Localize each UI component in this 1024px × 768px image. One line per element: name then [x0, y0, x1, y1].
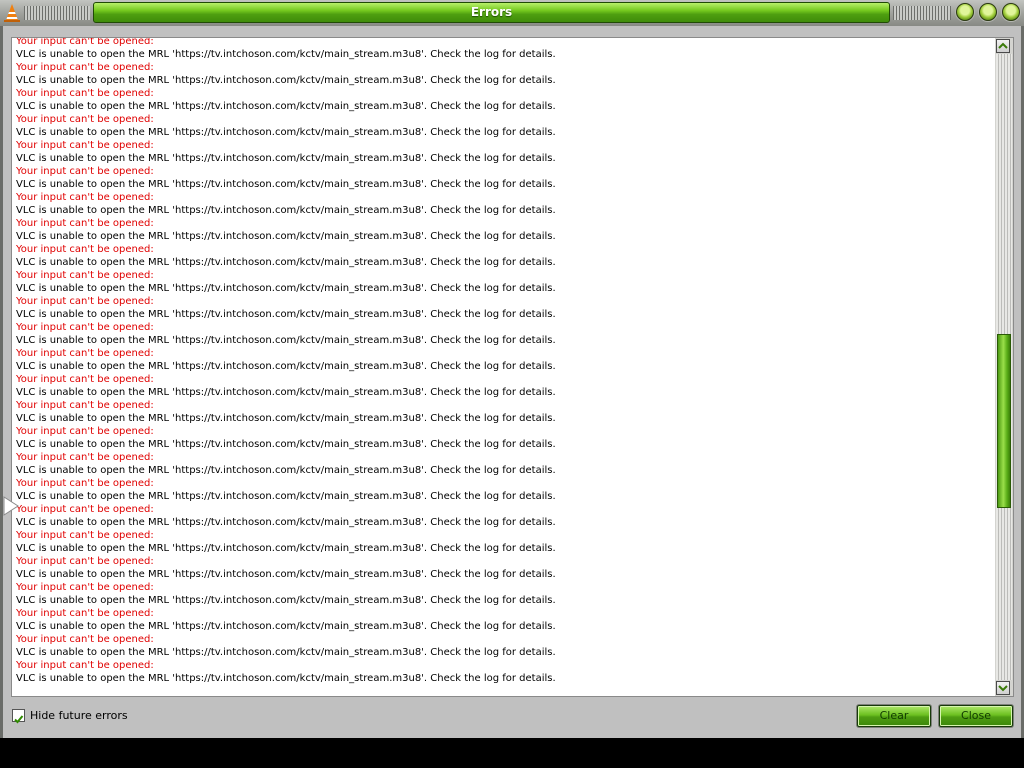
error-heading: Your input can't be opened:: [16, 140, 154, 151]
error-message: VLC is unable to open the MRL 'https://t…: [16, 517, 556, 528]
error-message: VLC is unable to open the MRL 'https://t…: [16, 257, 556, 268]
maximize-icon[interactable]: [979, 3, 997, 21]
error-heading: Your input can't be opened:: [16, 608, 154, 619]
error-message: VLC is unable to open the MRL 'https://t…: [16, 231, 556, 242]
close-button[interactable]: Close: [939, 705, 1013, 727]
error-heading: Your input can't be opened:: [16, 426, 154, 437]
error-heading: Your input can't be opened:: [16, 478, 154, 489]
error-heading: Your input can't be opened:: [16, 452, 154, 463]
error-message: VLC is unable to open the MRL 'https://t…: [16, 647, 556, 658]
error-heading: Your input can't be opened:: [16, 166, 154, 177]
error-heading: Your input can't be opened:: [16, 322, 154, 333]
vertical-scrollbar[interactable]: [995, 38, 1013, 696]
error-log-lines: Your input can't be opened: VLC is unable…: [16, 37, 556, 685]
error-heading: Your input can't be opened:: [16, 634, 154, 645]
error-message: VLC is unable to open the MRL 'https://t…: [16, 283, 556, 294]
error-message: VLC is unable to open the MRL 'https://t…: [16, 439, 556, 450]
error-message: VLC is unable to open the MRL 'https://t…: [16, 75, 556, 86]
scroll-up-icon[interactable]: [996, 39, 1010, 53]
error-heading: Your input can't be opened:: [16, 400, 154, 411]
window-title: Errors: [93, 2, 890, 23]
error-heading: Your input can't be opened:: [16, 62, 154, 73]
error-heading: Your input can't be opened:: [16, 660, 154, 671]
title-grip-left: [24, 6, 90, 20]
error-message: VLC is unable to open the MRL 'https://t…: [16, 413, 556, 424]
minimize-icon[interactable]: [956, 3, 974, 21]
error-heading: Your input can't be opened:: [16, 374, 154, 385]
error-heading: Your input can't be opened:: [16, 296, 154, 307]
error-message: VLC is unable to open the MRL 'https://t…: [16, 127, 556, 138]
error-heading: Your input can't be opened:: [16, 556, 154, 567]
error-heading: Your input can't be opened:: [16, 270, 154, 281]
error-message: VLC is unable to open the MRL 'https://t…: [16, 101, 556, 112]
scrollbar-track[interactable]: [996, 54, 1012, 680]
close-icon[interactable]: [1002, 3, 1020, 21]
title-bar[interactable]: Errors: [0, 0, 1024, 26]
error-heading: Your input can't be opened:: [16, 504, 154, 515]
error-heading: Your input can't be opened:: [16, 530, 154, 541]
vlc-cone-icon: [4, 4, 20, 22]
error-message: VLC is unable to open the MRL 'https://t…: [16, 569, 556, 580]
taskbar-strip: [0, 738, 1024, 768]
error-message: VLC is unable to open the MRL 'https://t…: [16, 595, 556, 606]
error-heading: Your input can't be opened:: [16, 88, 154, 99]
error-message: VLC is unable to open the MRL 'https://t…: [16, 179, 556, 190]
error-message: VLC is unable to open the MRL 'https://t…: [16, 309, 556, 320]
error-heading: Your input can't be opened:: [16, 348, 154, 359]
hide-future-errors-label: Hide future errors: [30, 709, 128, 722]
error-message: VLC is unable to open the MRL 'https://t…: [16, 465, 556, 476]
pointer-cursor-icon: [3, 496, 19, 516]
error-heading: Your input can't be opened:: [16, 114, 154, 125]
error-message: VLC is unable to open the MRL 'https://t…: [16, 361, 556, 372]
error-message: VLC is unable to open the MRL 'https://t…: [16, 673, 556, 684]
title-grip-right: [893, 6, 951, 20]
error-heading: Your input can't be opened:: [16, 218, 154, 229]
error-heading: Your input can't be opened:: [16, 582, 154, 593]
hide-future-errors-checkbox[interactable]: [12, 709, 25, 724]
error-heading: Your input can't be opened:: [16, 192, 154, 203]
error-message: VLC is unable to open the MRL 'https://t…: [16, 205, 556, 216]
error-message: VLC is unable to open the MRL 'https://t…: [16, 543, 556, 554]
error-message: VLC is unable to open the MRL 'https://t…: [16, 491, 556, 502]
error-heading: Your input can't be opened:: [16, 244, 154, 255]
checkmark-icon: [14, 715, 24, 724]
error-heading: Your input can't be opened:: [16, 37, 154, 47]
error-log[interactable]: Your input can't be opened: VLC is unable…: [11, 37, 1014, 697]
error-message: VLC is unable to open the MRL 'https://t…: [16, 621, 556, 632]
scrollbar-thumb[interactable]: [997, 334, 1011, 508]
scroll-down-icon[interactable]: [996, 681, 1010, 695]
error-message: VLC is unable to open the MRL 'https://t…: [16, 335, 556, 346]
error-message: VLC is unable to open the MRL 'https://t…: [16, 387, 556, 398]
error-message: VLC is unable to open the MRL 'https://t…: [16, 49, 556, 60]
error-message: VLC is unable to open the MRL 'https://t…: [16, 153, 556, 164]
clear-button[interactable]: Clear: [857, 705, 931, 727]
